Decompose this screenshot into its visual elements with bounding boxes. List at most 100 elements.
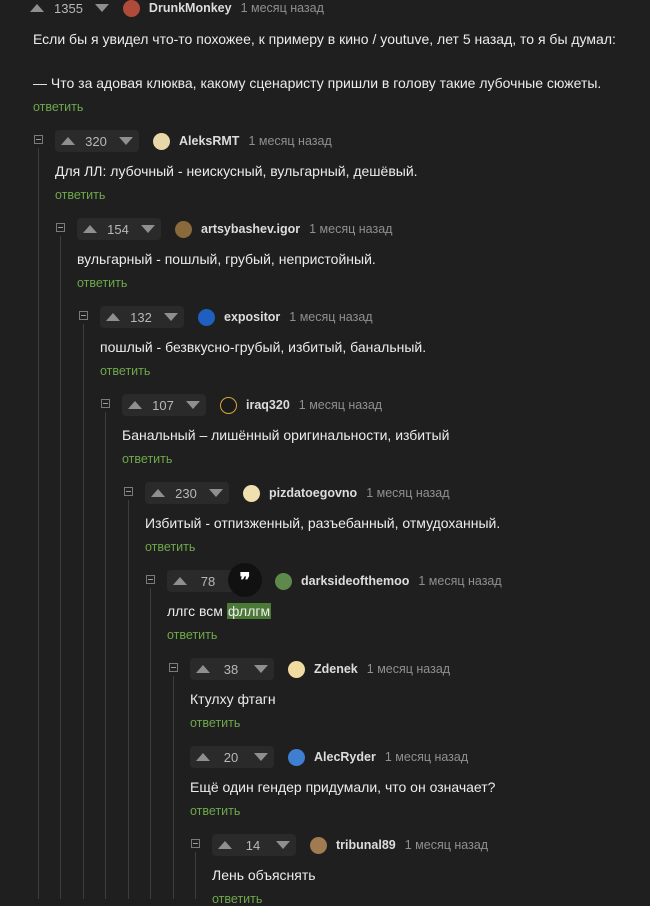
comment-text: вульгарный - пошлый, грубый, непристойны… [77,251,376,267]
downvote-icon[interactable] [276,841,290,849]
timestamp[interactable]: 1 месяц назад [289,310,372,324]
avatar[interactable] [288,660,305,678]
reply-link[interactable]: ответить [100,364,150,378]
timestamp[interactable]: 1 месяц назад [367,662,450,676]
timestamp[interactable]: 1 месяц назад [299,398,382,412]
downvote-icon[interactable] [254,753,268,761]
upvote-icon[interactable] [173,577,187,585]
reply-link[interactable]: ответить [212,892,262,906]
username[interactable]: pizdatoegovno [269,486,357,500]
comment-meta: 132 expositor 1 месяц назад [100,306,373,328]
upvote-icon[interactable] [106,313,120,321]
reply-link[interactable]: ответить [145,540,195,554]
upvote-icon[interactable] [196,665,210,673]
avatar[interactable] [288,748,305,766]
reply-link[interactable]: ответить [77,276,127,290]
username[interactable]: DrunkMonkey [149,1,232,15]
rating: 38 [190,658,274,680]
avatar[interactable] [275,572,292,590]
upvote-icon[interactable] [30,4,44,12]
collapse-icon[interactable] [124,487,133,496]
downvote-icon[interactable] [186,401,200,409]
avatar[interactable] [243,484,260,502]
highlighted-text[interactable]: фллгм [226,603,272,619]
comment-meta: 78 darksideofthemoo 1 месяц назад [167,570,502,592]
collapse-icon[interactable] [79,311,88,320]
avatar[interactable] [220,396,237,414]
downvote-icon[interactable] [94,4,109,12]
comment-meta: 14 tribunal89 1 месяц назад [212,834,488,856]
upvote-icon[interactable] [61,137,75,145]
comment-text: Ещё один гендер придумали, что он означа… [190,779,496,795]
collapse-icon[interactable] [56,223,65,232]
downvote-icon[interactable] [209,489,223,497]
comment-text: Лень объяснять [212,867,316,883]
username[interactable]: darksideofthemoo [301,574,409,588]
username[interactable]: AlecRyder [314,750,376,764]
avatar[interactable] [175,220,192,238]
avatar[interactable] [310,836,327,854]
score: 107 [152,397,174,413]
comment-text: Избитый - отпизженный, разъебанный, отму… [145,515,501,531]
downvote-icon[interactable] [119,137,133,145]
thread-line [173,676,174,899]
collapse-icon[interactable] [191,839,200,848]
timestamp[interactable]: 1 месяц назад [241,1,324,15]
downvote-icon[interactable] [141,225,155,233]
downvote-icon[interactable] [164,313,178,321]
score: 132 [130,309,152,325]
timestamp[interactable]: 1 месяц назад [309,222,392,236]
timestamp[interactable]: 1 месяц назад [366,486,449,500]
collapse-icon[interactable] [146,575,155,584]
downvote-icon[interactable] [254,665,268,673]
thread-line [150,588,151,899]
comment-text: пошлый - безвкусно-грубый, избитый, бана… [100,339,427,355]
username[interactable]: Zdenek [314,662,358,676]
score: 14 [245,837,261,853]
username[interactable]: AleksRMT [179,134,239,148]
upvote-icon[interactable] [196,753,210,761]
collapse-icon[interactable] [101,399,110,408]
upvote-icon[interactable] [218,841,232,849]
thread-line [105,412,106,899]
comment-meta: 230 pizdatoegovno 1 месяц назад [145,482,450,504]
score: 230 [175,485,197,501]
rating: 154 [77,218,161,240]
avatar[interactable] [122,0,140,17]
rating: 1355 [30,0,109,19]
upvote-icon[interactable] [151,489,165,497]
comment-meta: 1355 DrunkMonkey 1 месяц назад [30,0,324,19]
rating: 14 [212,834,296,856]
reply-link[interactable]: ответить [167,628,217,642]
comment-meta: 320 AleksRMT 1 месяц назад [55,130,332,152]
comment-text: ллгс всм фллгм [167,602,272,620]
score: 1355 [54,0,83,16]
username[interactable]: expositor [224,310,280,324]
timestamp[interactable]: 1 месяц назад [385,750,468,764]
username[interactable]: artsybashev.igor [201,222,300,236]
avatar[interactable] [198,308,215,326]
collapse-icon[interactable] [34,135,43,144]
timestamp[interactable]: 1 месяц назад [418,574,501,588]
thread-line [83,324,84,899]
thread-line [195,852,196,899]
quote-icon[interactable]: ❞ [228,563,262,597]
reply-link[interactable]: ответить [190,804,240,818]
timestamp[interactable]: 1 месяц назад [248,134,331,148]
reply-link[interactable]: ответить [33,100,83,114]
avatar[interactable] [153,132,170,150]
reply-link[interactable]: ответить [55,188,105,202]
upvote-icon[interactable] [83,225,97,233]
score: 20 [223,749,239,765]
username[interactable]: iraq320 [246,398,290,412]
comment-text: Если бы я увидел что-то похожее, к приме… [33,31,616,47]
reply-link[interactable]: ответить [190,716,240,730]
reply-link[interactable]: ответить [122,452,172,466]
rating: 20 [190,746,274,768]
username[interactable]: tribunal89 [336,838,396,852]
collapse-icon[interactable] [169,663,178,672]
upvote-icon[interactable] [128,401,142,409]
rating: 230 [145,482,229,504]
comment-meta: 20 AlecRyder 1 месяц назад [190,746,468,768]
timestamp[interactable]: 1 месяц назад [405,838,488,852]
